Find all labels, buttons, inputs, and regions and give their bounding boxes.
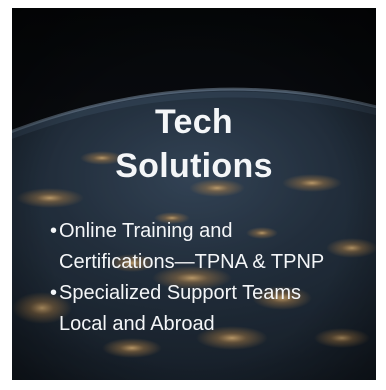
slide-card: Tech Solutions • Online Training and Cer… [12,8,376,380]
bullet-item: • Online Training and Certifications—TPN… [50,216,370,278]
title-line-1: Tech [154,103,234,141]
bullet-item: • Specialized Support Teams Local and Ab… [50,278,370,340]
bullet-dot-icon: • [50,220,58,242]
bullet-list: • Online Training and Certifications—TPN… [50,216,370,340]
bullet-text-line-2: Local and Abroad [59,313,215,335]
bullet-text-line-1: Specialized Support Teams [59,282,301,304]
bullet-dot-icon: • [50,282,58,304]
slide-title: Tech Solutions [12,100,376,188]
bullet-text-line-2: Certifications—TPNA & TPNP [59,251,325,273]
bullet-text-line-1: Online Training and [59,220,233,242]
title-line-2: Solutions [115,147,273,185]
slide-content: Tech Solutions • Online Training and Cer… [12,8,376,380]
